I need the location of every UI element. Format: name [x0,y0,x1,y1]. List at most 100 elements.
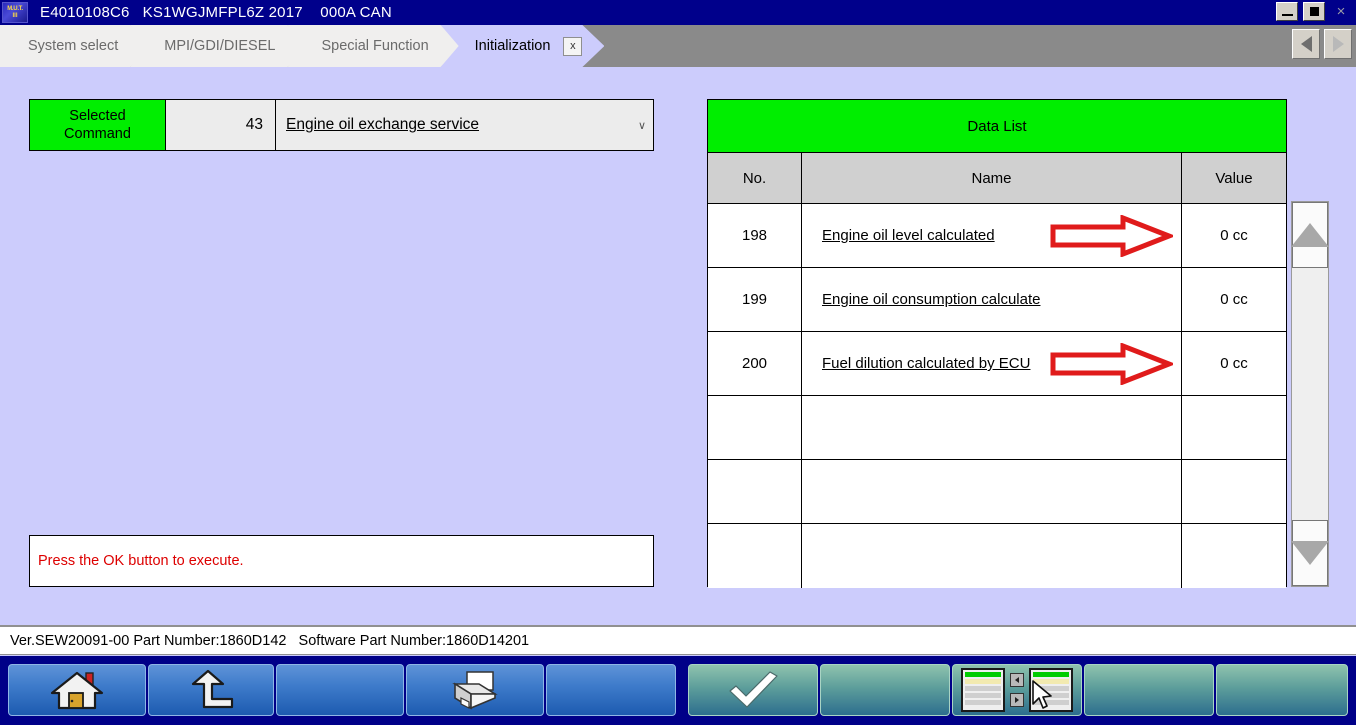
breadcrumb: System select MPI/GDI/DIESEL Special Fun… [0,25,582,67]
close-button[interactable]: × [1330,2,1352,21]
selected-command-label: Selected Command [30,100,166,150]
tab-label: System select [28,38,119,54]
tab-nav-buttons [1292,29,1352,59]
table-row[interactable]: 198 Engine oil level calculated 0 cc [708,204,1286,268]
back-arrow-icon [191,669,234,709]
mouse-cursor-icon [1032,680,1052,709]
tab-prev-button[interactable] [1292,29,1320,59]
mut3-logo-icon: M.U.T. III [2,2,28,23]
ok-button[interactable] [688,664,818,716]
chevron-down-icon[interactable]: ∨ [631,100,653,150]
home-button[interactable] [8,664,146,716]
cell-value [1182,396,1286,459]
cell-name-text: Engine oil consumption calculate [822,291,1041,308]
cell-no [708,396,802,459]
list-bar [965,693,1001,698]
list-bar [965,679,1001,684]
table-row[interactable] [708,524,1286,588]
cell-value: 0 cc [1220,355,1248,372]
content-area: Selected Command 43 Engine oil exchange … [0,67,1356,625]
home-icon [50,671,104,710]
table-row[interactable] [708,460,1286,524]
selected-command-panel[interactable]: Selected Command 43 Engine oil exchange … [29,99,654,151]
cell-value [1182,460,1286,523]
tab-close-icon[interactable]: x [563,37,582,56]
data-list-title: Data List [708,100,1286,153]
tab-label: Initialization [474,38,551,54]
toolbar-button-5[interactable] [546,664,676,716]
table-row[interactable]: 200 Fuel dilution calculated by ECU 0 cc [708,332,1286,396]
cell-name: Fuel dilution calculated by ECU [802,332,1182,395]
tab-mpi-gdi-diesel[interactable]: MPI/GDI/DIESEL [130,25,309,67]
toolbar-button-9[interactable] [1084,664,1214,716]
toolbar-button-7[interactable] [820,664,950,716]
cell-name [802,460,1182,523]
selected-command-value-text: Engine oil exchange service [286,116,480,133]
title-bar: M.U.T. III E4010108C6 KS1WGJMFPL6Z 2017 … [0,0,1356,25]
table-row[interactable]: 199 Engine oil consumption calculate 0 c… [708,268,1286,332]
annotation-arrow-icon [1050,214,1173,257]
selected-command-value[interactable]: Engine oil exchange service [276,100,631,150]
list-bar [1033,672,1069,677]
printer-icon [452,671,498,710]
cell-name: Engine oil consumption calculate [802,268,1182,331]
list-bar [965,686,1001,691]
logo-line1: M.U.T. [7,5,23,12]
window-controls: × [1276,2,1352,21]
cell-name [802,396,1182,459]
cell-value: 0 cc [1220,291,1248,308]
application-window: M.U.T. III E4010108C6 KS1WGJMFPL6Z 2017 … [0,0,1356,725]
selected-command-label-line1: Selected [69,108,126,124]
tab-next-button[interactable] [1324,29,1352,59]
toolbar-button-10[interactable] [1216,664,1348,716]
cell-value [1182,524,1286,588]
triangle-down-icon [1291,541,1329,565]
cell-no: 199 [708,268,802,331]
message-text: Press the OK button to execute. [38,553,244,569]
column-header-value: Value [1215,169,1253,187]
transfer-right-icon [1010,693,1024,707]
tab-strip: System select MPI/GDI/DIESEL Special Fun… [0,25,1356,67]
column-header-no: No. [708,153,802,203]
list-bar [965,700,1001,705]
table-row[interactable] [708,396,1286,460]
scroll-down-button[interactable] [1291,520,1329,586]
column-header-name: Name [802,153,1182,203]
cell-name: Engine oil level calculated [802,204,1182,267]
close-icon: × [1336,3,1346,20]
data-list-icon [961,668,1073,712]
message-box: Press the OK button to execute. [29,535,654,587]
tab-initialization[interactable]: Initialization x [441,25,605,67]
data-list-header-row: No. Name Value [708,153,1286,204]
bottom-toolbar [0,656,1356,725]
toolbar-button-3[interactable] [276,664,404,716]
tab-system-select[interactable]: System select [0,25,152,67]
list-panel-left [961,668,1005,712]
data-list-select-button[interactable] [952,664,1082,716]
maximize-icon [1309,7,1319,16]
tab-label: MPI/GDI/DIESEL [164,38,276,54]
selected-command-label-line2: Command [64,126,131,142]
scroll-up-button[interactable] [1291,202,1329,268]
minimize-button[interactable] [1276,2,1298,21]
selected-command-number: 43 [166,100,276,150]
data-list-scrollbar[interactable] [1291,201,1329,587]
chevron-left-icon [1300,36,1312,52]
data-list-panel: Data List No. Name Value 198 Engine oil … [707,99,1287,588]
chevron-right-icon [1332,36,1344,52]
transfer-left-icon [1010,673,1024,687]
logo-line2: III [12,12,18,19]
tab-special-function[interactable]: Special Function [287,25,462,67]
cell-value: 0 cc [1220,227,1248,244]
cell-name-text: Fuel dilution calculated by ECU [822,355,1031,372]
tab-label: Special Function [321,38,429,54]
print-button[interactable] [406,664,544,716]
annotation-arrow-icon [1050,342,1173,385]
back-button[interactable] [148,664,274,716]
window-title: E4010108C6 KS1WGJMFPL6Z 2017 000A CAN [40,4,392,21]
list-bar [965,672,1001,677]
cell-no [708,524,802,588]
maximize-button[interactable] [1303,2,1325,21]
status-bar: Ver.SEW20091-00 Part Number:1860D142 Sof… [0,625,1356,655]
cell-name-text: Engine oil level calculated [822,227,995,244]
